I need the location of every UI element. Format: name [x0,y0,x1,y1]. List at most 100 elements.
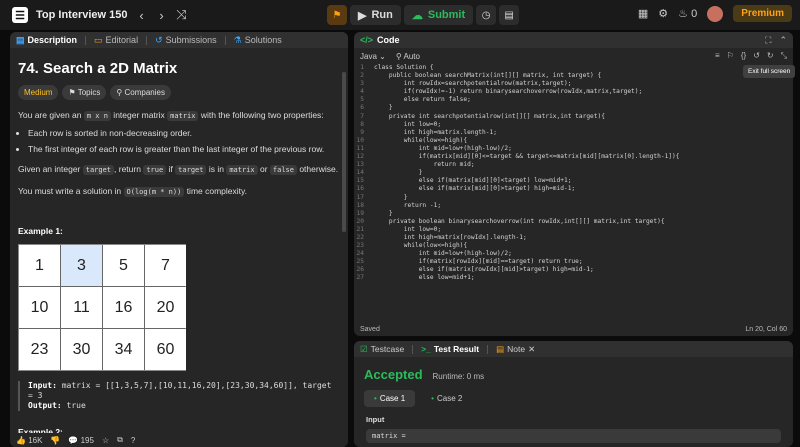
reset-icon[interactable]: ↻ [767,51,774,61]
matrix-cell: 5 [103,245,144,286]
comment-button[interactable]: 💬 195 [68,436,94,445]
code-line[interactable]: 25 if(matrix[rowIdx][mid]==target) retur… [354,258,793,266]
run-label: Run [371,9,393,21]
tab-submissions[interactable]: ↺ Submissions [155,35,217,46]
problem-statement-2: Given an integer target, return true if … [18,163,340,176]
shuffle-icon[interactable]: ⤨ [176,7,188,23]
problem-statement-3: You must write a solution in O(log(m * n… [18,185,340,198]
check-dot-icon: • [431,394,434,403]
code-line[interactable]: 7 private int searchpotentialrow(int[][]… [354,113,793,121]
tab-test-result[interactable]: >_ Test Result [421,344,479,354]
undo-icon[interactable]: ↺ [753,51,760,61]
submit-button[interactable]: ☁ Submit [403,5,474,25]
code-line[interactable]: 15 else if(matrix[mid][0]<target) low=mi… [354,177,793,185]
code-line[interactable]: 5 else return false; [354,96,793,104]
code-line[interactable]: 3 int rowIdx=searchpotentialrow(matrix,t… [354,80,793,88]
case-1-tab[interactable]: • Case 1 [364,390,416,407]
run-button[interactable]: ▶ Run [350,5,401,25]
leetcode-logo[interactable]: ☰ [12,7,28,23]
code-line[interactable]: 8 int low=0; [354,121,793,129]
dislike-icon[interactable]: 👎 [50,436,60,445]
line-code: while(low<=high){ [374,136,468,144]
example-io: Input: matrix = [[1,3,5,7],[10,11,16,20]… [18,381,340,411]
text: Given an integer [18,164,83,174]
collapse-icon[interactable]: ⌃ [779,35,787,46]
like-button[interactable]: 👍 16K [16,436,42,445]
next-problem-button[interactable]: › [156,8,168,23]
code-line[interactable]: 6 } [354,104,793,112]
list-item: Each row is sorted in non-decreasing ord… [28,128,340,138]
matrix-cell-highlighted: 3 [61,245,102,286]
bookmark-icon[interactable]: ⚐ [727,51,734,61]
tab-note[interactable]: ▤ Note ✕ [496,344,535,355]
scrollbar[interactable] [342,72,346,232]
settings-gear-icon[interactable]: ⚙ [658,7,668,20]
code-line[interactable]: 10 while(low<=high){ [354,137,793,145]
code-line[interactable]: 20 private boolean binarysearchoverrow(i… [354,218,793,226]
divider [224,35,226,45]
fullscreen-icon[interactable]: ⛶ [765,35,771,46]
auto-mode[interactable]: ⚲ Auto [396,52,420,61]
code-line[interactable]: 13 return mid; [354,161,793,169]
line-number: 17 [356,193,364,201]
tab-testcase[interactable]: ☑ Testcase [360,344,404,355]
line-code: private boolean binarysearchoverrow(int … [374,217,665,225]
case-2-tab[interactable]: • Case 2 [421,390,472,407]
format-lines-icon[interactable]: ≡ [715,51,720,61]
premium-button[interactable]: Premium [733,5,792,22]
share-icon[interactable]: ⧉ [117,435,123,445]
code-line[interactable]: 24 int mid=low+(high-low)/2; [354,250,793,258]
help-icon[interactable]: ? [131,436,135,445]
line-number: 3 [360,80,364,88]
streak-fire-icon[interactable]: ♨ 0 [678,7,697,20]
code-line[interactable]: 16 else if(matrix[mid][0]>target) high=m… [354,185,793,193]
shrink-icon[interactable]: ⤡ [781,51,787,61]
code-line[interactable]: 12 if(matrix[mid][0]<=target && target<=… [354,153,793,161]
tab-solutions[interactable]: ⚗ Solutions [234,35,282,46]
timer-icon[interactable]: ◷ [476,5,497,25]
line-number: 16 [356,185,364,193]
tab-label: Solutions [244,35,282,45]
code-line[interactable]: 21 int low=0; [354,226,793,234]
code-line[interactable]: 26 else if(matrix[rowIdx][mid]>target) h… [354,266,793,274]
debug-bug-icon[interactable]: ⚑ [327,5,347,25]
line-code: if(rowIdx!=-1) return binarysearchoverro… [374,88,643,96]
tab-label: Description [27,35,78,45]
topics-button[interactable]: ⚑ Topics [62,85,107,100]
braces-icon[interactable]: {} [741,51,746,61]
code-line[interactable]: 23 while(low<=high){ [354,242,793,250]
code-line[interactable]: 4 if(rowIdx!=-1) return binarysearchover… [354,88,793,96]
avatar[interactable] [707,5,724,22]
code-line[interactable]: 1 class Solution { [354,64,793,72]
code-line[interactable]: 2 public boolean searchMatrix(int[][] ma… [354,72,793,80]
text: with the following two properties: [198,110,324,120]
test-tabs: ☑ Testcase >_ Test Result ▤ Note ✕ [354,341,793,357]
tab-description[interactable]: ▤ Description [16,35,77,46]
code-line[interactable]: 17 } [354,194,793,202]
notes-icon[interactable]: ▤ [499,5,520,25]
test-panel: ☑ Testcase >_ Test Result ▤ Note ✕ Accep… [354,341,793,447]
line-number: 27 [356,274,364,282]
page-title[interactable]: 74. Search a 2D Matrix [18,60,340,77]
code-editor[interactable]: 1 class Solution {2 public boolean search… [354,64,793,324]
code-line[interactable]: 11 int mid=low+(high-low)/2; [354,145,793,153]
code-line[interactable]: 22 int high=matrix[rowIdx].length-1; [354,234,793,242]
code-line[interactable]: 18 return -1; [354,202,793,210]
save-status: Saved [360,325,380,333]
problem-list-title[interactable]: Top Interview 150 [36,9,128,21]
star-icon[interactable]: ☆ [102,436,109,445]
code-line[interactable]: 9 int high=matrix.length-1; [354,129,793,137]
companies-button[interactable]: ⚲ Companies [110,85,171,100]
line-code: } [374,193,408,201]
prev-problem-button[interactable]: ‹ [136,8,148,23]
tab-editorial[interactable]: ▭ Editorial [94,35,138,46]
code-line[interactable]: 19 } [354,210,793,218]
code-line[interactable]: 14 } [354,169,793,177]
line-number: 21 [356,225,364,233]
check-dot-icon: • [374,394,377,403]
language-select[interactable]: Java ⌄ [360,52,386,61]
close-icon[interactable]: ✕ [528,344,535,355]
line-number: 24 [356,250,364,258]
code-line[interactable]: 27 else low=mid+1; [354,274,793,282]
layout-grid-icon[interactable]: ▦ [638,7,648,20]
